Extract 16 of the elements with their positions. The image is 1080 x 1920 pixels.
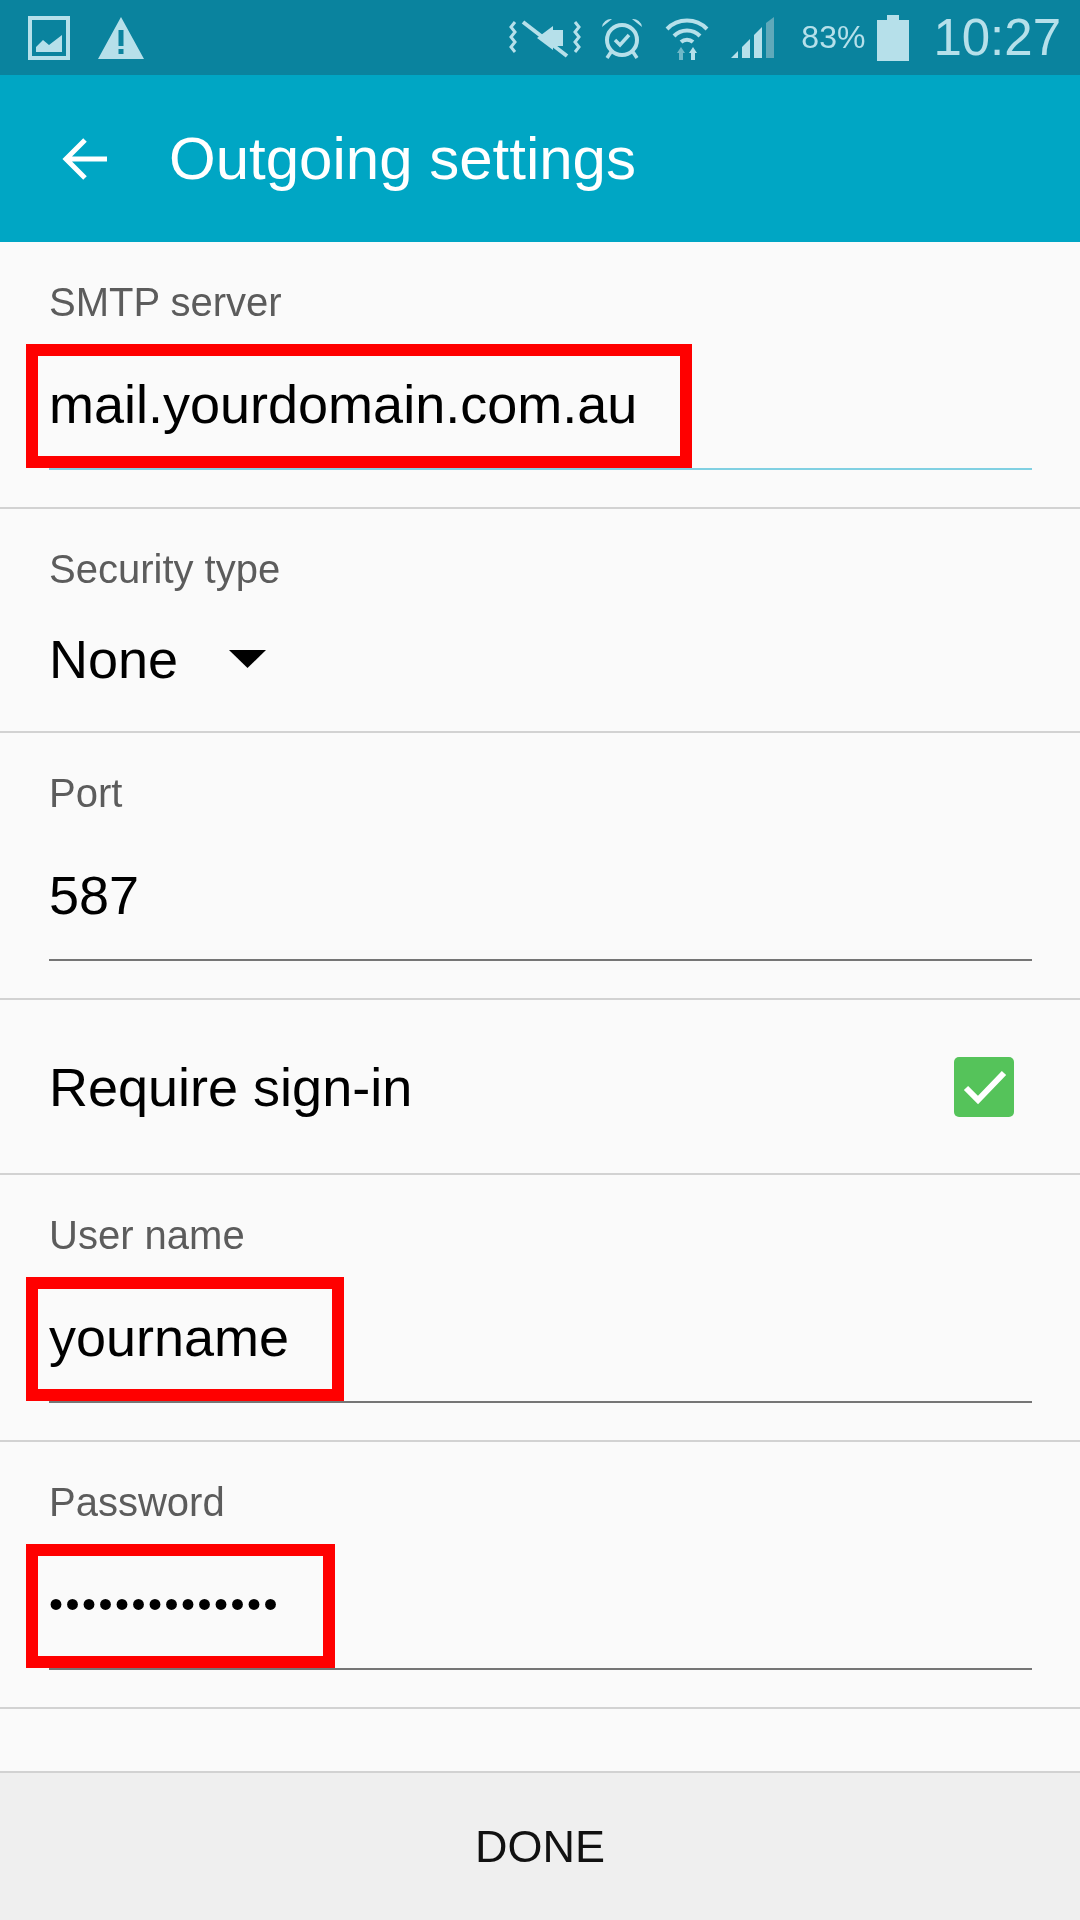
checkbox[interactable] bbox=[954, 1056, 1014, 1117]
field-label: Port bbox=[49, 770, 124, 817]
clock-time: 10:27 bbox=[933, 8, 1061, 67]
field-label: User name bbox=[49, 1212, 246, 1259]
battery-icon bbox=[877, 14, 910, 61]
screen-title: Outgoing settings bbox=[169, 124, 636, 193]
field-label: Security type bbox=[49, 546, 282, 593]
setting-label: Require sign-in bbox=[49, 1055, 413, 1118]
image-icon bbox=[28, 15, 70, 60]
warning-icon bbox=[97, 15, 145, 60]
done-button[interactable]: DONE bbox=[0, 1773, 1080, 1920]
battery-percent: 83% bbox=[801, 19, 866, 56]
field-label: Password bbox=[49, 1479, 226, 1526]
dropdown[interactable]: None bbox=[49, 606, 267, 694]
caret-icon bbox=[229, 650, 267, 668]
field-label: SMTP server bbox=[49, 279, 283, 326]
